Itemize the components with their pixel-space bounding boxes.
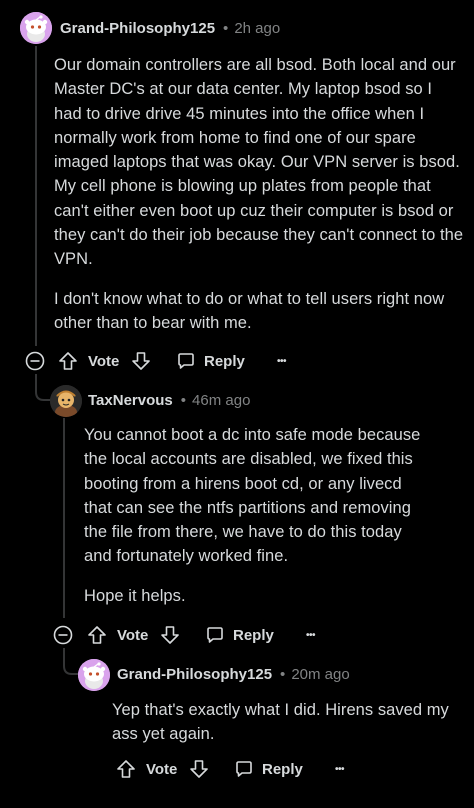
reply-text: Reply <box>262 760 303 778</box>
timestamp[interactable]: 46m ago <box>192 392 250 409</box>
reply-icon <box>176 351 196 371</box>
more-options-button[interactable]: ••• <box>277 348 287 374</box>
snoo-avatar <box>78 659 110 691</box>
comment-header: TaxNervous • 46m ago <box>88 392 250 409</box>
avatar[interactable] <box>78 659 110 691</box>
separator: • <box>180 392 187 409</box>
collapse-button[interactable] <box>25 348 45 374</box>
more-icon: ••• <box>335 763 345 775</box>
reply-button[interactable]: Reply <box>234 756 303 782</box>
more-options-button[interactable]: ••• <box>306 622 316 648</box>
username[interactable]: Grand-Philosophy125 <box>60 20 215 37</box>
snoo-avatar <box>20 12 52 44</box>
upvote-icon <box>86 624 108 646</box>
comment-body: Yep that's exactly what I did. Hirens sa… <box>112 698 462 747</box>
collapse-button[interactable] <box>53 622 73 648</box>
more-icon: ••• <box>277 355 287 367</box>
vote-text: Vote <box>117 626 149 644</box>
downvote-button[interactable] <box>159 622 181 648</box>
upvote-icon <box>57 350 79 372</box>
thread-line-1[interactable] <box>35 46 37 346</box>
comment-actions: Vote Reply ••• <box>0 348 474 374</box>
comment-body: You cannot boot a dc into safe mode beca… <box>84 423 434 608</box>
downvote-button[interactable] <box>188 756 210 782</box>
timestamp[interactable]: 20m ago <box>291 666 349 683</box>
comment-paragraph: You cannot boot a dc into safe mode beca… <box>84 426 421 566</box>
comment-paragraph: I don't know what to do or what to tell … <box>54 289 445 332</box>
reply-text: Reply <box>204 352 245 370</box>
comment-paragraph: Our domain controllers are all bsod. Bot… <box>54 56 464 269</box>
upvote-button[interactable] <box>57 348 79 374</box>
reply-button[interactable]: Reply <box>176 348 245 374</box>
comment-actions: Vote Reply ••• <box>0 756 474 782</box>
separator: • <box>223 20 229 37</box>
reply-button[interactable]: Reply <box>205 622 274 648</box>
comment-actions: Vote Reply ••• <box>0 622 474 648</box>
downvote-icon <box>159 624 181 646</box>
comment-paragraph: Yep that's exactly what I did. Hirens sa… <box>112 701 449 744</box>
username[interactable]: TaxNervous <box>88 392 173 409</box>
comment-header: Grand-Philosophy125 • 2h ago <box>60 20 280 37</box>
reply-icon <box>234 759 254 779</box>
vote-label: Vote <box>88 348 119 374</box>
upvote-icon <box>115 758 137 780</box>
downvote-icon <box>130 350 152 372</box>
separator: • <box>280 666 286 683</box>
timestamp[interactable]: 2h ago <box>234 20 280 37</box>
upvote-button[interactable] <box>86 622 108 648</box>
vote-label: Vote <box>117 622 148 648</box>
vote-text: Vote <box>146 760 178 778</box>
vote-label: Vote <box>146 756 177 782</box>
comment-header: Grand-Philosophy125 • 20m ago <box>117 666 350 683</box>
avatar[interactable] <box>50 385 82 417</box>
thread-line-2[interactable] <box>63 418 65 618</box>
custom-avatar <box>50 385 82 417</box>
username[interactable]: Grand-Philosophy125 <box>117 666 272 683</box>
collapse-icon <box>25 351 45 371</box>
avatar[interactable] <box>20 12 52 44</box>
downvote-icon <box>188 758 210 780</box>
downvote-button[interactable] <box>130 348 152 374</box>
vote-text: Vote <box>88 352 120 370</box>
collapse-icon <box>53 625 73 645</box>
reply-text: Reply <box>233 626 274 644</box>
more-icon: ••• <box>306 629 316 641</box>
comment-thread: Grand-Philosophy125 • 2h ago Our domain co… <box>0 0 474 808</box>
reply-icon <box>205 625 225 645</box>
more-options-button[interactable]: ••• <box>335 756 345 782</box>
upvote-button[interactable] <box>115 756 137 782</box>
comment-body: Our domain controllers are all bsod. Bot… <box>54 53 464 335</box>
comment-paragraph: Hope it helps. <box>84 586 186 605</box>
